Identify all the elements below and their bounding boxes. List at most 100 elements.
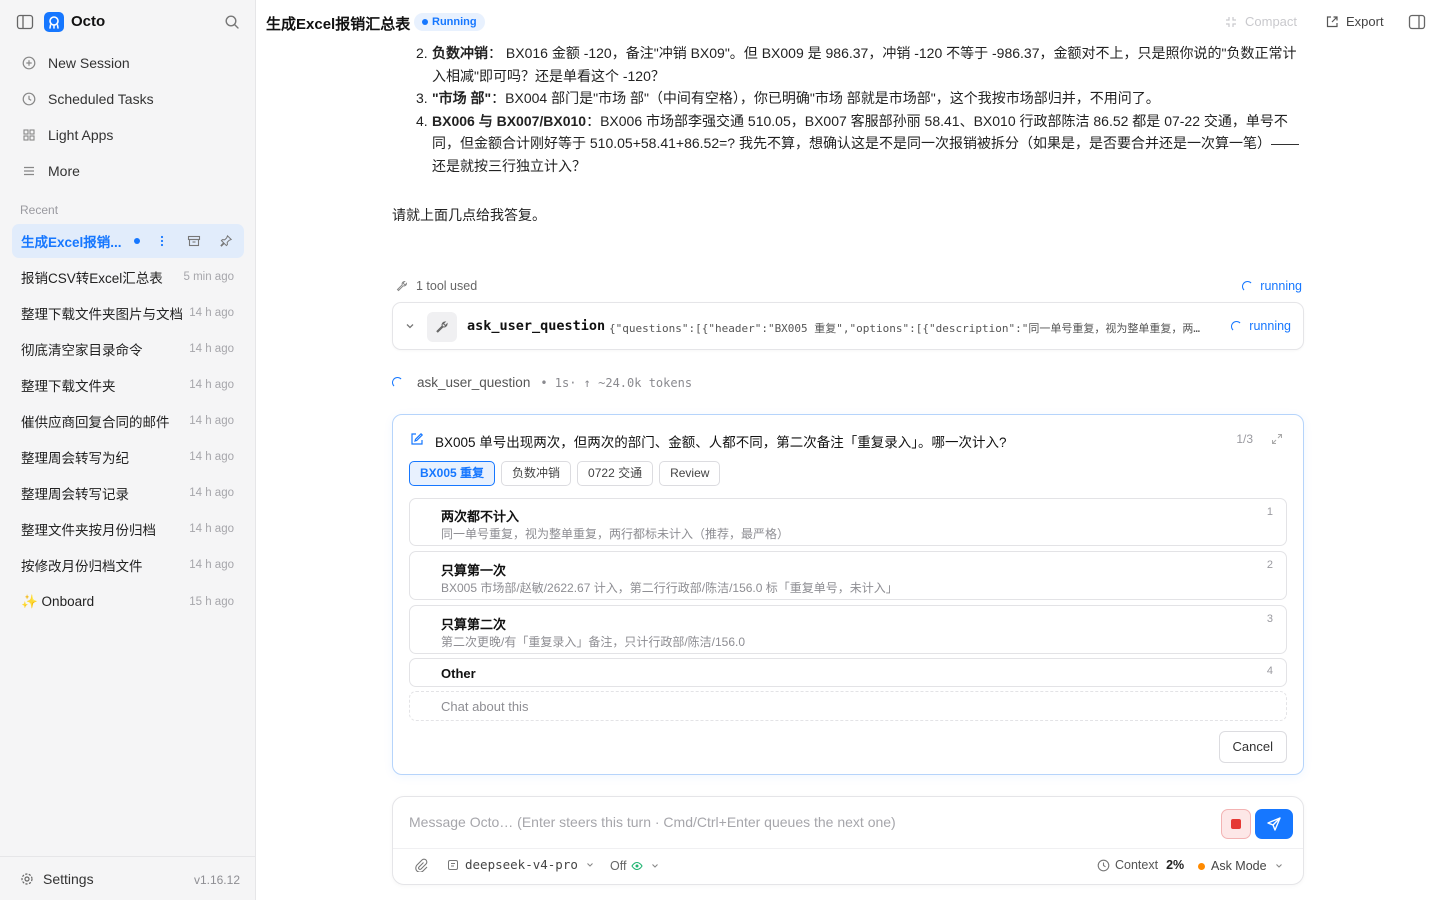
recent-item-title: 彻底清空家目录命令: [21, 343, 143, 358]
recent-item-title: 生成Excel报销...: [21, 235, 122, 250]
spinner-icon: [1242, 280, 1254, 292]
recent-item-time: 14 h ago: [189, 523, 234, 535]
edit-icon: [411, 432, 424, 445]
app-logo-icon: [44, 12, 64, 32]
context-usage: Context 2%: [1097, 858, 1184, 872]
recent-item-time: 14 h ago: [189, 487, 234, 499]
nav-more[interactable]: More: [12, 155, 244, 187]
recent-item-title: 整理周会转写为纪: [21, 451, 129, 466]
chevron-down-icon: [587, 862, 593, 867]
option-title: Other: [441, 666, 476, 681]
compact-button[interactable]: Compact: [1224, 14, 1297, 29]
chevron-down-icon: [1275, 864, 1282, 868]
question-tab[interactable]: 负数冲销: [501, 461, 572, 486]
chevron-down-icon[interactable]: [404, 320, 416, 332]
question-tab[interactable]: 0722 交通: [577, 461, 654, 486]
recent-item[interactable]: 按修改月份归档文件 14 h ago: [12, 548, 244, 582]
status-text: running: [1260, 279, 1302, 293]
mode-selector[interactable]: Ask Mode: [1198, 859, 1283, 873]
menu-icon: [21, 163, 37, 179]
option-title: 只算第二次: [441, 617, 507, 632]
tool-status: running: [1231, 319, 1291, 333]
question-tab[interactable]: Review: [659, 461, 721, 486]
more-vertical-icon[interactable]: [154, 233, 170, 249]
tool-name: ask_user_question: [467, 318, 606, 334]
option-number: 4: [1266, 665, 1273, 677]
recent-item[interactable]: 整理周会转写记录 14 h ago: [12, 476, 244, 510]
answer-option-other[interactable]: Other 4: [409, 658, 1287, 687]
stream-meta: • 1s· ↑ ~24.0k tokens: [540, 375, 693, 390]
list-number: 3.: [416, 90, 428, 106]
option-description: BX005 市场部/赵敏/2622.67 计入，第二行行政部/陈洁/156.0 …: [441, 581, 898, 595]
sidebar-toggle-icon[interactable]: [16, 13, 34, 31]
stop-button[interactable]: [1221, 809, 1251, 839]
export-button[interactable]: Export: [1325, 14, 1384, 29]
clock-icon: [1097, 859, 1110, 871]
recent-item-time: 14 h ago: [189, 307, 234, 319]
recent-item-time: 14 h ago: [189, 559, 234, 571]
archive-icon[interactable]: [186, 233, 202, 249]
paperclip-icon[interactable]: [414, 858, 428, 872]
nav-label: More: [48, 163, 80, 179]
recent-item[interactable]: 整理周会转写为纪 14 h ago: [12, 440, 244, 474]
export-label: Export: [1346, 14, 1384, 29]
thinking-toggle[interactable]: Off: [610, 859, 659, 873]
search-icon[interactable]: [224, 14, 240, 30]
option-title: 两次都不计入: [441, 509, 520, 524]
sidebar-footer: Settings v1.16.12: [0, 856, 256, 900]
recent-item[interactable]: 报销CSV转Excel汇总表 5 min ago: [12, 260, 244, 294]
send-button[interactable]: [1255, 809, 1293, 839]
answer-option[interactable]: 两次都不计入 同一单号重复，视为整单重复，两行都标未计入（推荐，最严格） 1: [409, 498, 1287, 546]
answer-option[interactable]: 只算第一次 BX005 市场部/赵敏/2622.67 计入，第二行行政部/陈洁/…: [409, 551, 1287, 600]
assistant-message: 2. 负数冲销： BX016 金额 -120，备注"冲销 BX09"。但 BX0…: [392, 42, 1304, 177]
thinking-value: Off: [610, 859, 627, 873]
nav-new-session[interactable]: New Session: [12, 47, 244, 79]
sidebar: Octo New Session Scheduled Tasks Light A…: [0, 0, 256, 900]
mode-label: Ask Mode: [1211, 859, 1267, 873]
recent-item-title: 按修改月份归档文件: [21, 559, 143, 574]
recent-item-title: 催供应商回复合同的邮件: [21, 415, 170, 430]
option-number: 2: [1266, 559, 1273, 571]
recent-item[interactable]: 催供应商回复合同的邮件 14 h ago: [12, 404, 244, 438]
recent-item[interactable]: 彻底清空家目录命令 14 h ago: [12, 332, 244, 366]
list-item-heading: 负数冲销: [432, 45, 488, 61]
recent-item[interactable]: 整理下载文件夹图片与文档 14 h ago: [12, 296, 244, 330]
model-name: deepseek-v4-pro: [465, 857, 578, 872]
question-tab[interactable]: BX005 重复: [409, 461, 496, 486]
chat-about-this-input[interactable]: Chat about this: [409, 691, 1287, 721]
chevron-down-icon: [652, 864, 659, 868]
tools-used-summary[interactable]: 1 tool used: [396, 279, 477, 293]
nav-label: Light Apps: [48, 127, 114, 143]
expand-icon[interactable]: [1271, 433, 1283, 445]
spinner-icon: [392, 377, 403, 388]
nav-light-apps[interactable]: Light Apps: [12, 119, 244, 151]
eye-icon: [631, 861, 644, 871]
export-icon: [1326, 15, 1338, 27]
recent-item[interactable]: 整理文件夹按月份归档 14 h ago: [12, 512, 244, 546]
recent-item-time: 14 h ago: [189, 451, 234, 463]
recent-item-title: 整理文件夹按月份归档: [21, 523, 156, 538]
tool-call-card[interactable]: ask_user_question {"questions":[{"header…: [392, 302, 1304, 350]
recent-item[interactable]: ✨ Onboard 15 h ago: [12, 585, 244, 619]
nav-scheduled-tasks[interactable]: Scheduled Tasks: [12, 83, 244, 115]
recent-item-title: 整理下载文件夹图片与文档: [21, 307, 183, 322]
status-text: running: [1249, 319, 1291, 333]
grid-icon: [21, 127, 37, 143]
answer-option[interactable]: 只算第二次 第二次更晚/有「重复录入」备注，只计行政部/陈洁/156.0 3: [409, 605, 1287, 654]
clock-icon: [21, 91, 37, 107]
recent-item-time: 14 h ago: [189, 415, 234, 427]
right-panel-toggle-icon[interactable]: [1408, 13, 1426, 31]
cancel-button[interactable]: Cancel: [1218, 731, 1287, 763]
sidebar-header: Octo: [0, 0, 256, 44]
wrench-icon: [396, 280, 408, 292]
message-input[interactable]: Message Octo… (Enter steers this turn · …: [409, 814, 1209, 830]
settings-button[interactable]: Settings: [20, 871, 94, 887]
stream-tool-name: ask_user_question: [417, 375, 531, 390]
settings-label: Settings: [43, 871, 94, 887]
model-selector[interactable]: deepseek-v4-pro: [447, 857, 594, 872]
recent-item-active[interactable]: 生成Excel报销...: [12, 224, 244, 258]
status-badge: Running: [414, 13, 485, 31]
recent-item[interactable]: 整理下载文件夹 14 h ago: [12, 368, 244, 402]
nav-label: New Session: [48, 55, 130, 71]
pin-icon[interactable]: [218, 233, 234, 249]
